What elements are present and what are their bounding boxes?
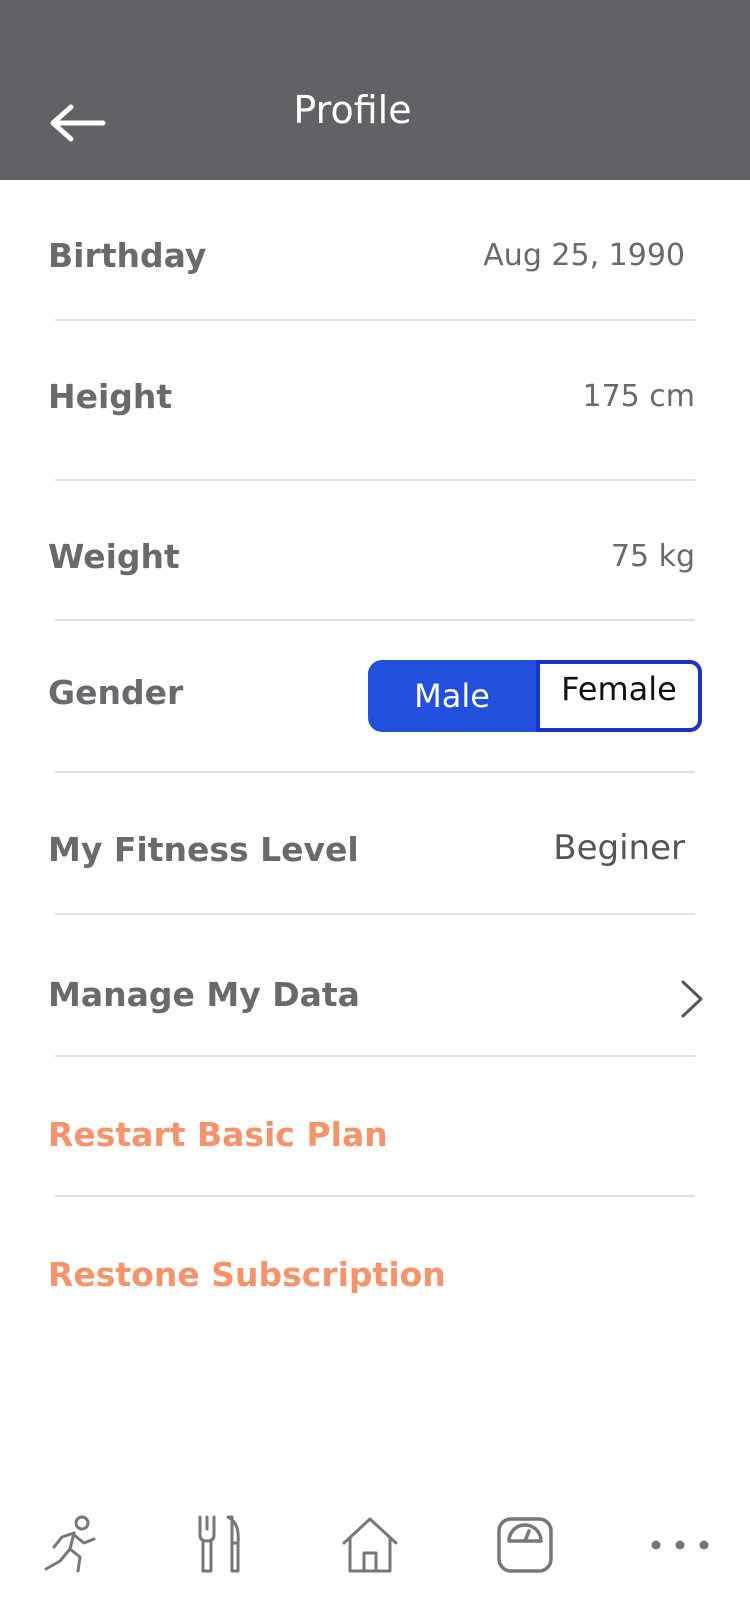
- tab-weight[interactable]: [485, 1500, 565, 1590]
- fitness-level-row[interactable]: My Fitness Level Beginer: [0, 828, 750, 890]
- tab-activity[interactable]: [32, 1500, 112, 1590]
- fitness-level-label: My Fitness Level: [48, 830, 359, 869]
- fitness-level-value: Beginer: [553, 828, 685, 868]
- scale-icon: [497, 1517, 553, 1573]
- fork-knife-icon: [198, 1515, 240, 1573]
- restore-subscription-label: Restone Subscription: [48, 1255, 446, 1294]
- header-bar: Profile: [0, 0, 750, 180]
- running-person-icon: [44, 1515, 96, 1573]
- height-row[interactable]: Height 175 cm: [0, 377, 750, 437]
- gender-label: Gender: [48, 673, 184, 712]
- height-value: 175 cm: [582, 379, 695, 414]
- restore-subscription-row[interactable]: Restone Subscription: [0, 1255, 750, 1315]
- divider: [55, 913, 695, 915]
- chevron-right-icon: [681, 980, 703, 1018]
- divider: [55, 1195, 695, 1197]
- birthday-label: Birthday: [48, 236, 207, 275]
- gender-female-button[interactable]: Female: [536, 660, 702, 732]
- divider: [55, 319, 695, 321]
- tab-home[interactable]: [330, 1500, 410, 1590]
- birthday-row[interactable]: Birthday Aug 25, 1990: [0, 236, 750, 296]
- gender-male-button[interactable]: Male: [368, 660, 536, 732]
- tab-more[interactable]: [640, 1500, 720, 1590]
- weight-value: 75 kg: [610, 539, 695, 574]
- more-dots-icon: [651, 1540, 709, 1550]
- manage-data-row[interactable]: Manage My Data: [0, 975, 750, 1035]
- restart-plan-row[interactable]: Restart Basic Plan: [0, 1115, 750, 1175]
- tab-nutrition[interactable]: [180, 1500, 260, 1590]
- weight-label: Weight: [48, 537, 180, 576]
- birthday-value: Aug 25, 1990: [483, 238, 685, 273]
- weight-row[interactable]: Weight 75 kg: [0, 537, 750, 597]
- divider: [55, 619, 695, 621]
- divider: [55, 479, 695, 481]
- restart-plan-label: Restart Basic Plan: [48, 1115, 388, 1154]
- divider: [55, 1055, 695, 1057]
- bottom-tab-bar: [0, 1500, 750, 1590]
- home-icon: [342, 1517, 398, 1573]
- divider: [55, 771, 695, 773]
- page-title: Profile: [293, 88, 412, 132]
- height-label: Height: [48, 377, 173, 416]
- manage-data-label: Manage My Data: [48, 975, 360, 1014]
